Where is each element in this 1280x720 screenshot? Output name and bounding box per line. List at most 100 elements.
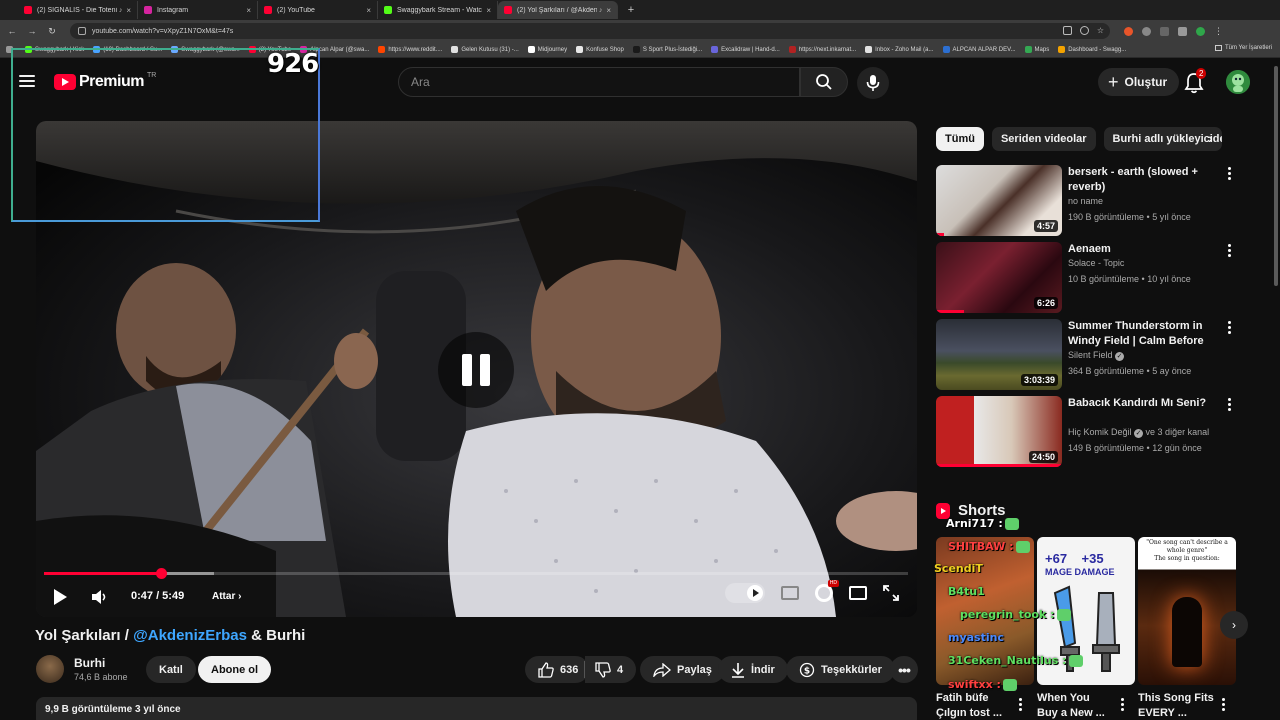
recommended-channel[interactable]: Solace - Topic bbox=[1068, 258, 1124, 268]
bookmark-star-icon[interactable]: ☆ bbox=[1097, 26, 1104, 35]
recommended-video[interactable]: 3:03:39 Summer Thunderstorm in Windy Fiel… bbox=[936, 319, 1256, 391]
chevron-right-icon[interactable]: › bbox=[1208, 130, 1213, 146]
bookmark-item[interactable]: Midjourney bbox=[527, 46, 567, 53]
video-thumbnail[interactable]: 3:03:39 bbox=[936, 319, 1062, 390]
recommended-title[interactable]: Aenaem bbox=[1068, 242, 1218, 257]
skip-chapter-button[interactable]: Attar › bbox=[212, 591, 241, 602]
all-bookmarks-button[interactable]: Tüm Yer İşaretleri bbox=[1214, 45, 1272, 51]
menu-icon[interactable]: ⋮ bbox=[1214, 26, 1223, 37]
bookmark-item[interactable]: Swaggybark (@swa... bbox=[171, 46, 240, 53]
create-button[interactable]: + Oluştur bbox=[1098, 68, 1180, 96]
bookmark-item[interactable]: Maps bbox=[1024, 46, 1049, 53]
bookmark-item[interactable]: (19) Dashboard / Su... bbox=[93, 46, 162, 53]
youtube-premium-logo[interactable]: Premium TR bbox=[54, 72, 156, 91]
extension-icon[interactable] bbox=[1142, 26, 1151, 36]
short-more-icon[interactable] bbox=[1121, 698, 1124, 713]
recommended-video[interactable]: 24:50 Babacık Kandırdı Mı Seni? Hiç Komik … bbox=[936, 396, 1256, 468]
recommended-title[interactable]: berserk - earth (slowed + reverb) bbox=[1068, 165, 1218, 195]
more-actions-button[interactable]: ••• bbox=[890, 656, 918, 683]
apps-icon[interactable] bbox=[6, 46, 16, 53]
short-thumbnail[interactable]: "One song can't describe a whole genre" T… bbox=[1138, 537, 1236, 685]
scrollbar-thumb[interactable] bbox=[1274, 66, 1278, 286]
bookmark-item[interactable]: Excalidraw | Hand-d... bbox=[711, 46, 780, 53]
site-info-icon[interactable] bbox=[78, 27, 86, 35]
back-icon[interactable]: ← bbox=[4, 26, 20, 36]
title-mention-link[interactable]: @AkdenizErbas bbox=[133, 627, 247, 644]
recommended-channel[interactable]: no name bbox=[1068, 196, 1103, 206]
short-more-icon[interactable] bbox=[1019, 698, 1022, 713]
browser-tab[interactable]: (2) SIGNALIS - Die Totenin...♪× bbox=[18, 1, 138, 19]
recommended-title[interactable]: Summer Thunderstorm in Windy Field | Cal… bbox=[1068, 319, 1218, 349]
browser-tab[interactable]: Instagram × bbox=[138, 1, 258, 19]
short-more-icon[interactable] bbox=[1222, 698, 1225, 713]
autoplay-toggle[interactable] bbox=[725, 583, 765, 603]
filter-chip[interactable]: Tümü bbox=[936, 127, 984, 151]
recommended-video[interactable]: 6:26 Aenaem Solace - Topic 10 B görüntüleme… bbox=[936, 242, 1256, 314]
notifications-button[interactable]: 2 bbox=[1182, 68, 1207, 94]
recommended-title[interactable]: Babacık Kandırdı Mı Seni? bbox=[1068, 396, 1218, 411]
bookmark-item[interactable]: Konfuse Shop bbox=[576, 46, 624, 53]
browser-tab[interactable]: Swaggybark Stream - Watch Li... × bbox=[378, 1, 498, 19]
page-scrollbar[interactable] bbox=[1272, 58, 1280, 720]
settings-gear-icon[interactable]: HD bbox=[815, 580, 839, 602]
volume-icon[interactable] bbox=[90, 588, 108, 606]
extension-icon[interactable] bbox=[1124, 26, 1133, 36]
recommended-channel[interactable]: Silent Field ✓ bbox=[1068, 350, 1125, 361]
more-vert-icon[interactable] bbox=[1228, 398, 1232, 413]
reload-icon[interactable]: ↻ bbox=[44, 26, 60, 37]
pause-overlay-button[interactable] bbox=[438, 332, 514, 408]
recommended-channel[interactable]: Hiç Komik Değil ✓ ve 3 diğer kanal bbox=[1068, 427, 1209, 438]
description-box[interactable]: 9,9 B görüntüleme 3 yıl önce bbox=[36, 697, 917, 720]
bookmark-item[interactable]: https://www.reddit.... bbox=[378, 46, 442, 53]
extension-icon[interactable] bbox=[1160, 26, 1169, 36]
play-icon[interactable] bbox=[54, 589, 67, 605]
more-vert-icon[interactable] bbox=[1228, 167, 1232, 182]
shorts-next-button[interactable]: › bbox=[1220, 611, 1248, 639]
close-tab-icon[interactable]: × bbox=[366, 6, 371, 15]
account-avatar[interactable] bbox=[1226, 70, 1250, 94]
channel-avatar[interactable] bbox=[36, 655, 64, 683]
bookmark-item[interactable]: S Sport Plus-İstediği... bbox=[632, 46, 702, 53]
more-vert-icon[interactable] bbox=[1228, 244, 1232, 259]
join-button[interactable]: Katıl bbox=[146, 656, 196, 683]
close-tab-icon[interactable]: × bbox=[126, 6, 131, 15]
browser-tab[interactable]: (2) Yol Şarkıları / @Akdeni... ♪ × bbox=[498, 1, 618, 19]
search-button[interactable] bbox=[800, 67, 848, 97]
recommended-video[interactable]: 4:57 berserk - earth (slowed + reverb) no … bbox=[936, 165, 1256, 237]
download-button[interactable]: İndir bbox=[718, 656, 788, 683]
bookmark-item[interactable]: Inbox - Zoho Mail (a... bbox=[865, 46, 934, 53]
profile-avatar-icon[interactable] bbox=[1196, 26, 1205, 36]
forward-icon[interactable]: → bbox=[24, 26, 40, 36]
thanks-button[interactable]: $ Teşekkürler bbox=[786, 656, 895, 683]
short-title[interactable]: When You Buy a New ... bbox=[1037, 691, 1113, 720]
miniplayer-icon[interactable] bbox=[849, 586, 867, 600]
hamburger-menu-icon[interactable] bbox=[19, 75, 35, 87]
zoom-icon[interactable] bbox=[1079, 26, 1089, 35]
short-title[interactable]: This Song Fits EVERY ... bbox=[1138, 691, 1214, 720]
address-bar[interactable]: youtube.com/watch?v=vXpyZ1N7OxM&t=47s ☆ bbox=[70, 23, 1110, 39]
channel-name[interactable]: Burhi bbox=[74, 656, 105, 670]
extension-icon[interactable] bbox=[1178, 26, 1187, 36]
speaker-icon[interactable]: ♪ bbox=[119, 7, 123, 14]
filter-chip[interactable]: Seriden videolar bbox=[991, 127, 1096, 151]
bookmark-item[interactable]: Dashboard - Swagg... bbox=[1058, 46, 1126, 53]
bookmark-item[interactable]: ALPCAN ALPAR DEV... bbox=[942, 46, 1016, 53]
browser-tab[interactable]: (2) YouTube × bbox=[258, 1, 378, 19]
search-input[interactable]: Ara bbox=[398, 67, 800, 97]
close-tab-icon[interactable]: × bbox=[246, 6, 251, 15]
voice-search-button[interactable] bbox=[857, 67, 889, 99]
bookmark-item[interactable]: Gelen Kutusu (31) -... bbox=[451, 46, 519, 53]
speaker-icon[interactable]: ♪ bbox=[599, 7, 603, 14]
video-thumbnail[interactable]: 6:26 bbox=[936, 242, 1062, 313]
subtitles-icon[interactable] bbox=[781, 586, 799, 600]
bookmark-item[interactable]: https://next.inkarnat... bbox=[788, 46, 856, 53]
video-thumbnail[interactable]: 24:50 bbox=[936, 396, 1062, 467]
video-thumbnail[interactable]: 4:57 bbox=[936, 165, 1062, 236]
close-tab-icon[interactable]: × bbox=[486, 6, 491, 15]
fullscreen-icon[interactable] bbox=[883, 585, 899, 601]
like-button[interactable]: 636 bbox=[525, 656, 590, 683]
new-tab-icon[interactable]: + bbox=[624, 3, 638, 17]
install-icon[interactable] bbox=[1062, 26, 1072, 35]
more-vert-icon[interactable] bbox=[1228, 321, 1232, 336]
filter-chip[interactable]: Burhi adlı yükleyiciden bbox=[1103, 127, 1222, 151]
